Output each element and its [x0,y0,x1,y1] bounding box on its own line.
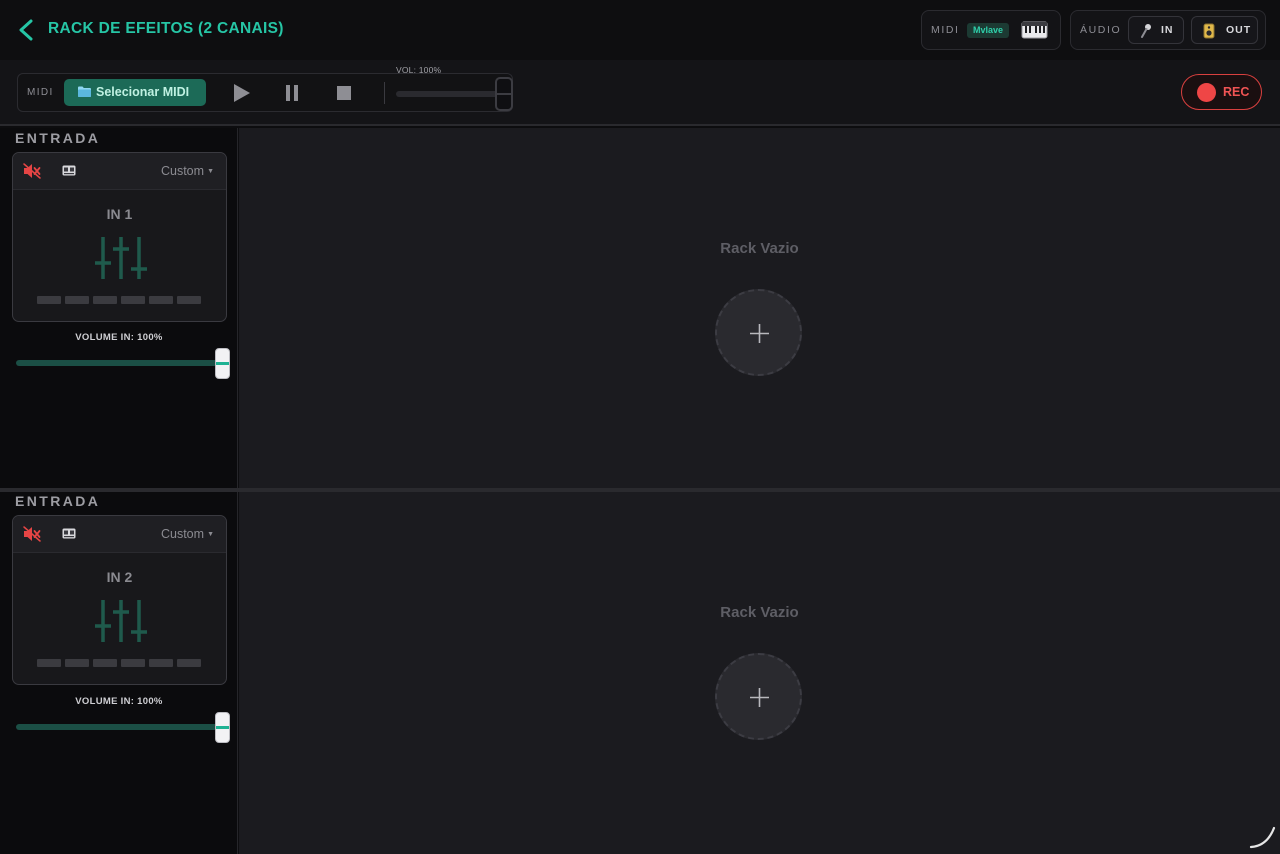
select-midi-button[interactable]: Selecionar MIDI [64,79,206,106]
microphone-icon [1141,24,1151,38]
plus-icon [750,688,769,707]
add-effect-button[interactable] [715,289,802,376]
resize-handle-icon[interactable] [1249,824,1277,850]
record-dot-icon [1197,83,1216,102]
transport-bar: MIDI Selecionar MIDI VOL: 100% [0,60,1280,126]
top-header: RACK DE EFEITOS (2 CANAIS) MIDI Mvlave Á… [0,0,1280,60]
folder-icon [78,86,91,97]
speaker-muted-icon[interactable] [23,526,41,542]
input-volume-slider[interactable] [16,360,222,366]
volume-in-label: VOLUME IN: 100% [75,332,163,343]
audio-in-button[interactable]: IN [1128,16,1184,44]
entrada-label: ENTRADA [15,130,101,146]
channel-2-input-panel: ENTRADA Custom ▼ IN 2 VOLUME IN: 100% [0,492,238,854]
card-icon[interactable] [62,528,76,539]
page-title: RACK DE EFEITOS (2 CANAIS) [48,20,284,37]
preset-value: Custom [160,164,205,178]
preset-dropdown[interactable]: Custom ▼ [161,164,214,178]
preset-value: Custom [160,527,205,541]
input-level-meter [37,659,205,667]
input-name: IN 1 [106,206,133,222]
preset-dropdown[interactable]: Custom ▼ [161,527,214,541]
rec-button[interactable]: REC [1181,74,1262,110]
input-card-header: Custom ▼ [13,153,226,190]
rack-empty-label: Rack Vazio [720,240,799,257]
midi-player-label: MIDI [27,87,54,98]
master-volume-thumb[interactable] [495,77,513,111]
channel-2: ENTRADA Custom ▼ IN 2 VOLUME IN: 100% Ra… [0,492,1280,854]
channel-1-rack: Rack Vazio [239,128,1280,490]
audio-out-label: OUT [1226,24,1252,36]
input-level-meter [37,296,205,304]
input-name: IN 2 [106,569,133,585]
equalizer-icon [95,237,147,279]
channel-2-rack: Rack Vazio [239,492,1280,854]
select-midi-label: Selecionar MIDI [96,85,190,99]
speaker-icon [1203,23,1215,39]
caret-down-icon: ▼ [207,531,214,538]
equalizer-icon [95,600,147,642]
add-effect-button[interactable] [715,653,802,740]
plus-icon [750,324,769,343]
stop-icon[interactable] [333,82,355,104]
input-card-1: Custom ▼ IN 1 [12,152,227,322]
card-icon[interactable] [62,165,76,176]
midi-device-badge[interactable]: Mvlave [967,23,1010,38]
play-icon[interactable] [230,82,252,104]
entrada-label: ENTRADA [15,493,101,509]
master-volume-label: VOL: 100% [396,65,442,75]
channel-1-input-panel: ENTRADA Custom ▼ IN 1 VOLUME IN: 100% [0,128,238,490]
input-volume-slider[interactable] [16,724,222,730]
input-card-2: Custom ▼ IN 2 [12,515,227,685]
pause-icon[interactable] [281,82,303,104]
channel-1: ENTRADA Custom ▼ IN 1 VOLUME IN: 100% Ra… [0,128,1280,490]
audio-label: ÁUDIO [1080,24,1122,36]
input-volume-thumb[interactable] [215,348,230,379]
audio-out-button[interactable]: OUT [1191,16,1258,44]
rack-empty-label: Rack Vazio [720,604,799,621]
input-card-header: Custom ▼ [13,516,226,553]
midi-device-group: MIDI Mvlave [921,10,1061,50]
audio-in-label: IN [1161,24,1174,36]
piano-keyboard-icon[interactable] [1021,21,1048,39]
transport-divider [384,82,385,104]
caret-down-icon: ▼ [207,168,214,175]
input-volume-thumb[interactable] [215,712,230,743]
rec-label: REC [1223,85,1250,99]
midi-label: MIDI [931,24,960,36]
volume-in-label: VOLUME IN: 100% [75,696,163,707]
master-volume-slider[interactable] [396,91,504,97]
chevron-left-icon[interactable] [16,18,38,42]
speaker-muted-icon[interactable] [23,163,41,179]
audio-io-group: ÁUDIO IN OUT [1070,10,1266,50]
